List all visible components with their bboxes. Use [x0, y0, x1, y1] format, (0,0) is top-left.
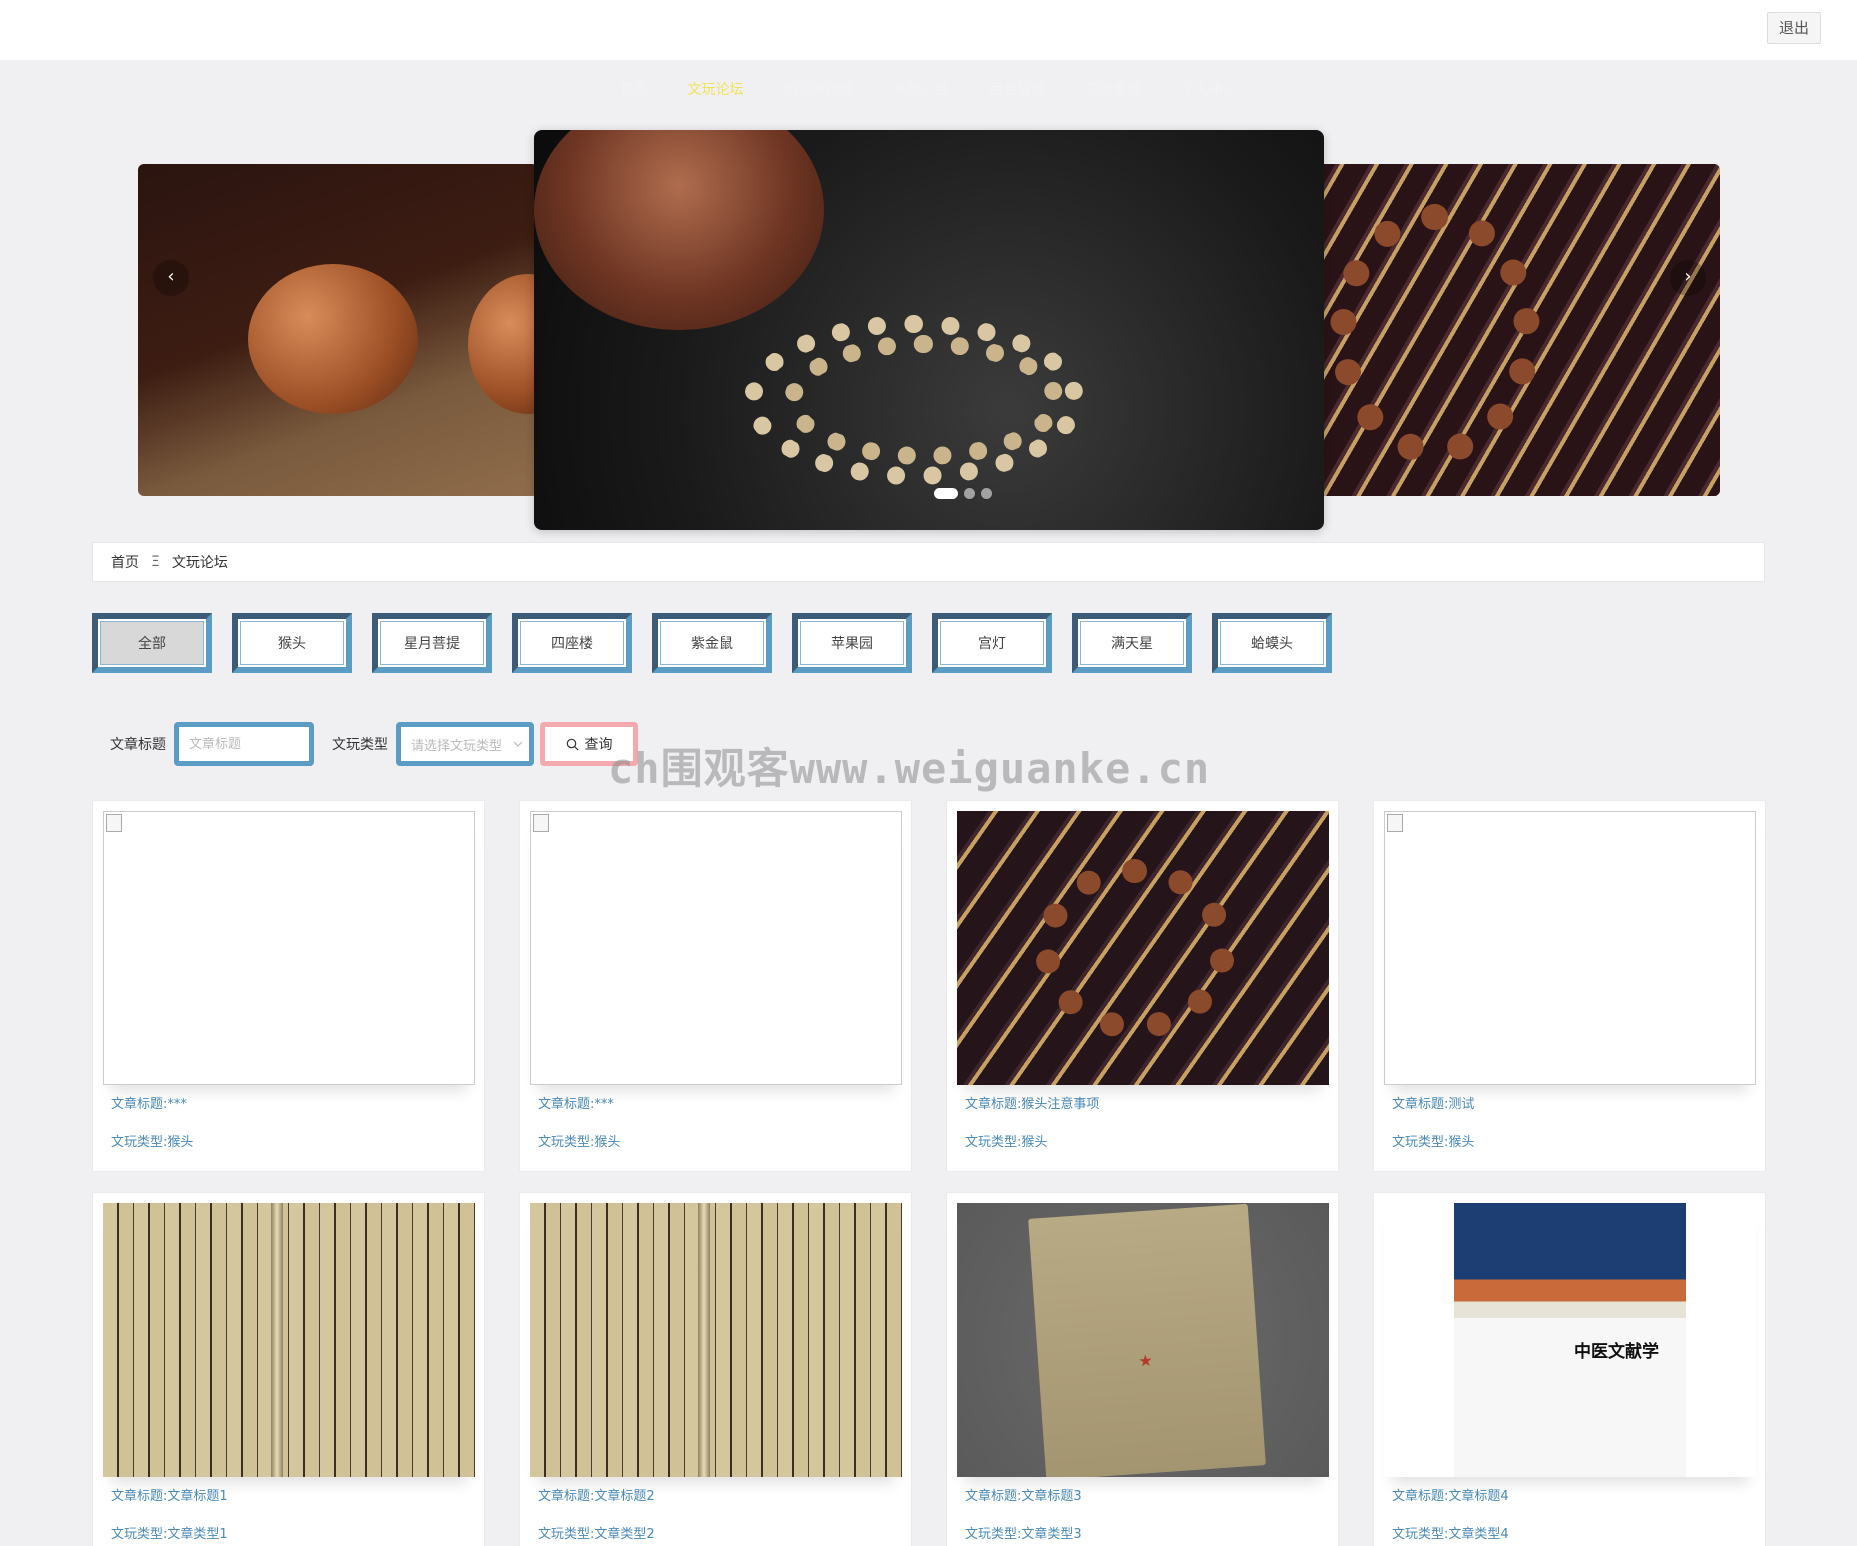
carousel-indicators: [934, 488, 992, 499]
carousel-dot[interactable]: [964, 488, 975, 499]
article-card[interactable]: 文章标题:*** 文玩类型:猴头: [92, 800, 485, 1172]
bracelet-ring: [1035, 859, 1235, 1039]
category-mantianxing[interactable]: 满天星: [1072, 613, 1192, 673]
article-title[interactable]: 文章标题:文章标题3: [957, 1487, 1328, 1507]
article-type: 文玩类型:文章类型3: [965, 1527, 1082, 1542]
article-type: 文玩类型:猴头: [965, 1135, 1048, 1150]
nav-item-video[interactable]: 知识库视频: [784, 79, 854, 99]
broken-image-icon: [103, 811, 475, 1085]
broken-image-icon: [1384, 811, 1756, 1085]
article-grid: 文章标题:*** 文玩类型:猴头 文章标题:*** 文玩类型:猴头 文章标题:猴…: [92, 800, 1767, 1546]
bracelet-image: [1330, 204, 1540, 464]
top-bar: 退出: [0, 0, 1857, 60]
article-image-red-book: ★: [957, 1203, 1329, 1477]
article-type: 文玩类型:猴头: [111, 1135, 194, 1150]
breadcrumb-separator-icon: Ξ: [151, 554, 160, 570]
walnut-image: [468, 274, 538, 414]
carousel-next-icon[interactable]: ›: [1670, 260, 1706, 296]
search-icon: [566, 738, 578, 750]
book-cover: 中医文献学: [1454, 1203, 1686, 1477]
category-all[interactable]: 全部: [92, 613, 212, 673]
breadcrumb-current: 文玩论坛: [171, 555, 228, 571]
carousel-slide-walnut[interactable]: [138, 164, 538, 496]
category-hamatou[interactable]: 蛤蟆头: [1212, 613, 1332, 673]
nav-item-service[interactable]: 在线客服: [1086, 79, 1142, 99]
article-type: 文玩类型:文章类型2: [538, 1527, 655, 1542]
article-card[interactable]: 文章标题:文章标题1 文玩类型:文章类型1: [92, 1192, 485, 1546]
article-card[interactable]: 文章标题:文章标题2 文玩类型:文章类型2: [519, 1192, 912, 1546]
type-filter-label: 文玩类型: [332, 737, 388, 753]
beads-image: [784, 335, 1064, 465]
carousel-prev-icon[interactable]: ‹: [153, 260, 189, 296]
article-title[interactable]: 文章标题:猴头注意事项: [957, 1095, 1328, 1115]
book-cover: ★: [1028, 1203, 1266, 1477]
category-zijinshu[interactable]: 紫金鼠: [652, 613, 772, 673]
breadcrumb-home[interactable]: 首页: [111, 552, 139, 572]
article-image-old-book: [530, 1203, 902, 1477]
article-title[interactable]: 文章标题:文章标题2: [530, 1487, 901, 1507]
nav-item-home[interactable]: 首页: [620, 79, 648, 99]
broken-image-icon: [530, 811, 902, 1085]
article-image-old-book: [103, 1203, 475, 1477]
article-title[interactable]: 文章标题:***: [103, 1095, 474, 1115]
bowl-image: [534, 130, 824, 330]
banner-carousel: ‹ ›: [0, 118, 1857, 538]
article-type: 文玩类型:猴头: [1392, 1135, 1475, 1150]
article-card[interactable]: ★ 文章标题:文章标题3 文玩类型:文章类型3: [946, 1192, 1339, 1546]
category-xingyue[interactable]: 星月菩提: [372, 613, 492, 673]
category-sizuolou[interactable]: 四座楼: [512, 613, 632, 673]
carousel-slide-beads[interactable]: [534, 130, 1324, 530]
article-title[interactable]: 文章标题:测试: [1384, 1095, 1755, 1115]
category-houtou[interactable]: 猴头: [232, 613, 352, 673]
article-image-bracelet: [957, 811, 1329, 1085]
category-gongdeng[interactable]: 宫灯: [932, 613, 1052, 673]
article-image-textbook: 中医文献学: [1384, 1203, 1756, 1477]
logout-button[interactable]: 退出: [1767, 12, 1821, 44]
article-card[interactable]: 文章标题:*** 文玩类型:猴头: [519, 800, 912, 1172]
site-watermark: ch围观客www.weiguanke.cn: [608, 744, 1211, 793]
article-card[interactable]: 中医文献学 文章标题:文章标题4 文玩类型:文章类型4: [1373, 1192, 1766, 1546]
breadcrumb: 首页 Ξ 文玩论坛: [92, 542, 1765, 582]
walnut-image: [248, 264, 418, 414]
category-pingguoyuan[interactable]: 苹果园: [792, 613, 912, 673]
book-cover-title: 中医文献学: [1574, 1342, 1659, 1362]
chevron-down-icon: [513, 741, 523, 747]
title-filter-field: [174, 722, 314, 766]
article-card[interactable]: 文章标题:测试 文玩类型:猴头: [1373, 800, 1766, 1172]
article-type: 文玩类型:文章类型1: [111, 1527, 228, 1542]
main-nav: 首页 文玩论坛 知识库视频 系统公告 后台管理 在线客服 个人中心: [0, 60, 1857, 118]
article-title[interactable]: 文章标题:文章标题1: [103, 1487, 474, 1507]
title-filter-label: 文章标题: [110, 737, 166, 753]
article-title[interactable]: 文章标题:***: [530, 1095, 901, 1115]
article-title[interactable]: 文章标题:文章标题4: [1384, 1487, 1755, 1507]
carousel-dot[interactable]: [934, 488, 958, 499]
nav-item-notice[interactable]: 系统公告: [894, 79, 950, 99]
category-filter: 全部 猴头 星月菩提 四座楼 紫金鼠 苹果园 宫灯 满天星 蛤蟆头: [92, 613, 1332, 673]
title-search-input[interactable]: [189, 736, 309, 752]
article-card[interactable]: 文章标题:猴头注意事项 文玩类型:猴头: [946, 800, 1339, 1172]
article-type: 文玩类型:猴头: [538, 1135, 621, 1150]
article-type: 文玩类型:文章类型4: [1392, 1527, 1509, 1542]
nav-item-forum[interactable]: 文玩论坛: [688, 79, 744, 99]
carousel-slide-bracelet[interactable]: [1310, 164, 1720, 496]
type-select[interactable]: 请选择文玩类型: [396, 722, 534, 766]
carousel-dot[interactable]: [981, 488, 992, 499]
nav-item-admin[interactable]: 后台管理: [990, 79, 1046, 99]
type-select-placeholder: 请选择文玩类型: [411, 738, 503, 754]
nav-item-profile[interactable]: 个人中心: [1182, 79, 1238, 99]
search-bar: 文章标题 文玩类型 请选择文玩类型 查询: [110, 722, 638, 766]
red-star-icon: ★: [1137, 1350, 1154, 1371]
